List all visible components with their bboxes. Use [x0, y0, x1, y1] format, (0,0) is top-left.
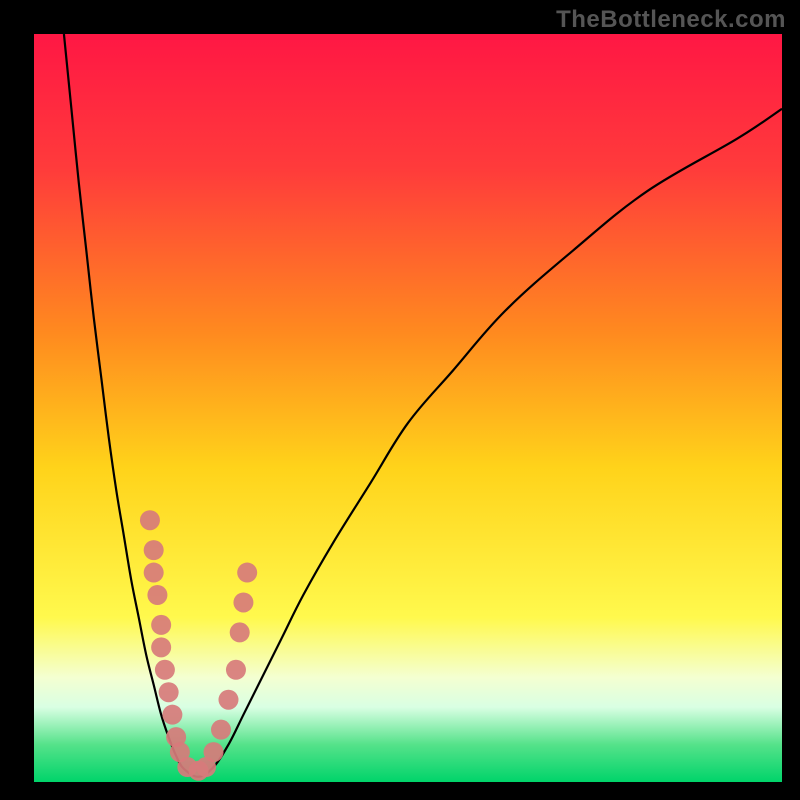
plot-area	[34, 34, 782, 782]
chart-frame: TheBottleneck.com	[0, 0, 800, 800]
data-point	[140, 510, 160, 530]
data-point	[159, 682, 179, 702]
data-point	[204, 742, 224, 762]
chart-svg	[34, 34, 782, 782]
attribution-text: TheBottleneck.com	[556, 6, 786, 34]
data-point	[147, 585, 167, 605]
data-point	[211, 720, 231, 740]
gradient-background	[34, 34, 782, 782]
data-point	[226, 660, 246, 680]
data-point	[218, 690, 238, 710]
data-point	[230, 622, 250, 642]
data-point	[144, 563, 164, 583]
data-point	[237, 563, 257, 583]
data-point	[162, 705, 182, 725]
data-point	[151, 637, 171, 657]
data-point	[155, 660, 175, 680]
data-point	[233, 592, 253, 612]
data-point	[151, 615, 171, 635]
data-point	[144, 540, 164, 560]
